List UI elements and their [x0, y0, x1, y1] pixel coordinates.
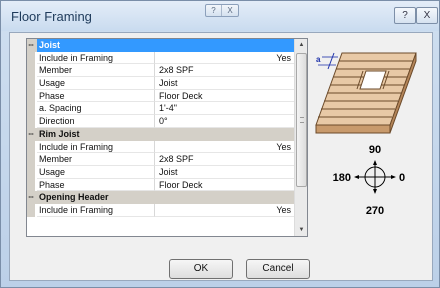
property-row[interactable]: Include in Framing Yes [27, 140, 295, 154]
cancel-button[interactable]: Cancel [246, 259, 310, 279]
floor-framing-dialog: Floor Framing ? X ? X -- Joist Include in … [0, 0, 440, 288]
row-gutter [27, 51, 35, 65]
property-value[interactable]: Floor Deck [155, 179, 295, 192]
compass-label-east: 0 [399, 172, 405, 184]
property-name: Phase [37, 178, 155, 192]
property-row[interactable]: Member 2x8 SPF [27, 64, 295, 78]
property-row[interactable]: Phase Floor Deck [27, 178, 295, 192]
category-row[interactable]: -- Joist [27, 39, 295, 52]
category-row[interactable]: -- Rim Joist [27, 127, 295, 141]
property-value[interactable]: 1'-4" [155, 102, 295, 116]
property-name: Include in Framing [37, 51, 155, 65]
floor-framing-illustration: a [315, 52, 417, 134]
row-gutter [27, 89, 35, 103]
spacing-dimension-label: a [316, 55, 321, 64]
property-row[interactable]: Member 2x8 SPF [27, 153, 295, 166]
ok-button[interactable]: OK [169, 259, 233, 279]
property-value[interactable]: 2x8 SPF [155, 64, 295, 78]
property-rows: -- Joist Include in Framing Yes Member 2x8 SP… [27, 39, 295, 217]
row-gutter [27, 140, 35, 154]
property-name: Direction [37, 115, 155, 128]
property-name: Usage [37, 165, 155, 179]
category-label: Rim Joist [39, 128, 80, 139]
compass-crosshair-icon [354, 160, 396, 194]
collapse-toggle-icon[interactable]: -- [27, 128, 35, 141]
property-value[interactable]: Yes [155, 204, 295, 217]
property-name: a. Spacing [37, 102, 155, 116]
direction-compass[interactable]: 90 180 0 270 [330, 141, 420, 231]
collapse-toggle-icon[interactable]: -- [27, 39, 35, 52]
scrollbar-thumb[interactable] [296, 53, 307, 187]
category-row[interactable]: -- Opening Header [27, 191, 295, 204]
help-button[interactable]: ? [394, 7, 416, 24]
property-value[interactable]: Yes [155, 52, 295, 65]
row-gutter [27, 178, 35, 192]
property-value[interactable]: Joist [155, 77, 295, 90]
property-grid-scrollbar[interactable]: ▲ ▼ [294, 39, 307, 236]
row-gutter [27, 115, 35, 128]
mini-help-button[interactable]: ? [206, 5, 222, 16]
close-button[interactable]: X [416, 7, 438, 24]
mini-close-button[interactable]: X [222, 5, 238, 16]
property-value[interactable]: Yes [155, 141, 295, 154]
compass-label-west: 180 [333, 172, 351, 184]
property-value[interactable]: Joist [155, 166, 295, 179]
property-row[interactable]: a. Spacing 1'-4" [27, 102, 295, 116]
property-row[interactable]: Direction 0° [27, 115, 295, 128]
property-value[interactable]: Floor Deck [155, 90, 295, 103]
property-name: Member [37, 64, 155, 78]
property-name: Member [37, 153, 155, 166]
property-name: Phase [37, 89, 155, 103]
category-label: Opening Header [39, 192, 109, 203]
dialog-body: -- Joist Include in Framing Yes Member 2x8 SP… [9, 32, 433, 281]
collapse-toggle-icon[interactable]: -- [27, 191, 35, 204]
row-gutter [27, 165, 35, 179]
title-bar: Floor Framing ? X ? X [1, 1, 439, 31]
category-label: Joist [37, 39, 295, 52]
property-name: Include in Framing [37, 140, 155, 154]
property-row[interactable]: Phase Floor Deck [27, 89, 295, 103]
scroll-down-arrow[interactable]: ▼ [295, 224, 307, 236]
property-row[interactable]: Include in Framing Yes [27, 51, 295, 65]
property-name: Usage [37, 77, 155, 90]
row-gutter [27, 64, 35, 78]
row-gutter [27, 153, 35, 166]
mini-caption-buttons: ? X [205, 4, 239, 17]
property-grid[interactable]: -- Joist Include in Framing Yes Member 2x8 SP… [26, 38, 308, 237]
compass-label-south: 270 [366, 205, 384, 217]
spacing-dimension-marker: a [316, 52, 338, 70]
scroll-up-arrow[interactable]: ▲ [295, 39, 307, 51]
property-value[interactable]: 0° [155, 115, 295, 128]
property-row[interactable]: Usage Joist [27, 165, 295, 179]
property-name: Include in Framing [37, 203, 155, 217]
window-title: Floor Framing [11, 9, 92, 24]
property-row[interactable]: Usage Joist [27, 77, 295, 90]
row-gutter [27, 203, 35, 217]
property-value[interactable]: 2x8 SPF [155, 153, 295, 166]
compass-label-north: 90 [369, 144, 381, 156]
property-row[interactable]: Include in Framing Yes [27, 203, 295, 217]
row-gutter [27, 77, 35, 90]
scrollbar-grip-icon [300, 117, 304, 123]
row-gutter [27, 102, 35, 116]
